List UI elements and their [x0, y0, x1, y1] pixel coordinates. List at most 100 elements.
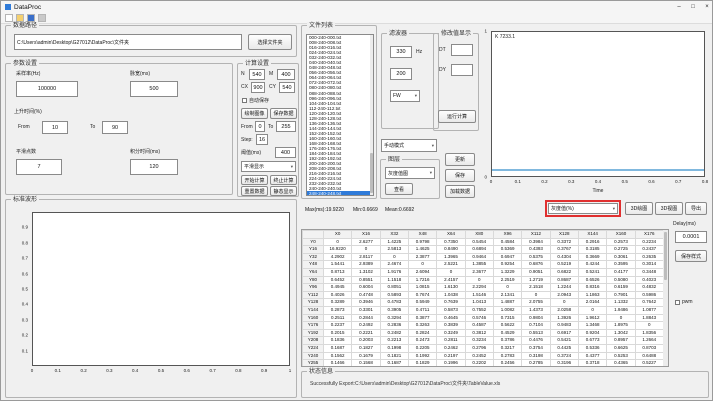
table-cell[interactable]: 0.6004 [351, 283, 381, 292]
table-cell[interactable]: 1.6130 [436, 283, 466, 292]
table-cell[interactable]: 0.2811 [436, 336, 466, 345]
table-cell[interactable]: 2.6277 [351, 237, 381, 247]
table-cell[interactable]: 2.4157 [436, 275, 466, 285]
plot-3d-button[interactable]: 3D绘图 [625, 202, 653, 215]
table-cell[interactable]: 0.3448 [634, 267, 665, 277]
table-cell[interactable]: 1.3229 [492, 267, 523, 277]
table-cell[interactable]: 0.5227 [634, 359, 665, 366]
table-cell[interactable]: 1.4625 [407, 245, 438, 254]
table-cell[interactable]: 0.3718 [577, 359, 608, 366]
table-cell[interactable]: 2.4674 [379, 260, 409, 269]
table-cell[interactable]: 0.3839 [436, 321, 466, 330]
table-cell[interactable]: 0.3984 [521, 237, 551, 247]
table-cell[interactable]: 0.2452 [464, 351, 494, 361]
mode-select[interactable]: 手动模式 [381, 139, 437, 152]
table-cell[interactable]: 1.4225 [379, 237, 409, 247]
table-cell[interactable]: 0.4425 [549, 343, 579, 353]
table-cell[interactable]: 0.4587 [464, 321, 494, 330]
table-cell[interactable]: 2.5813 [379, 245, 409, 254]
table-cell[interactable]: 0.1679 [351, 351, 381, 361]
rise-from-input[interactable]: 10 [42, 121, 68, 134]
table-cell[interactable]: 0.5513 [521, 328, 551, 338]
filter-freq2-input[interactable]: 200 [390, 68, 412, 80]
table-cell[interactable]: 0.7315 [492, 313, 523, 323]
table-cell[interactable]: 1.2664 [634, 336, 665, 345]
table-cell[interactable]: 0 [577, 305, 608, 315]
table-cell[interactable]: 0.8687 [549, 275, 579, 285]
table-cell[interactable]: 0.1466 [322, 359, 353, 366]
table-cell[interactable]: 0.6876 [521, 260, 551, 269]
table-cell[interactable]: 0.4645 [436, 313, 466, 323]
table-cell[interactable]: 0.6773 [577, 336, 608, 345]
table-cell[interactable]: 0 [464, 275, 494, 285]
table-cell[interactable]: 2.3877 [407, 252, 438, 262]
table-cell[interactable]: 0.6625 [606, 343, 636, 353]
table-cell[interactable]: 0.2437 [634, 245, 665, 254]
table-cell[interactable]: 0.4945 [322, 283, 353, 292]
stop-calc-button[interactable]: 终止计算 [270, 175, 297, 185]
table-cell[interactable]: 1.3926 [549, 313, 579, 323]
table-cell[interactable]: 0.2473 [407, 336, 438, 345]
file-listbox[interactable]: 000-240-000.txt 008-240-008.txt 016-240-01… [306, 34, 374, 196]
table-cell[interactable]: 0.3198 [521, 351, 551, 361]
table-cell[interactable]: 0 [549, 298, 579, 307]
table-cell[interactable]: 0.3767 [549, 245, 579, 254]
table-cell[interactable]: 0.5949 [407, 298, 438, 307]
table-cell[interactable]: 0.3786 [492, 336, 523, 345]
table-cell[interactable]: 1.1518 [379, 275, 409, 285]
table-cell[interactable]: 0.5241 [577, 267, 608, 277]
table-cell[interactable]: 1.3965 [436, 252, 466, 262]
table-cell[interactable]: 1.9612 [577, 313, 608, 323]
table-cell[interactable]: 0.7639 [436, 298, 466, 307]
table-cell[interactable]: 1.0082 [492, 305, 523, 315]
display-mode-select[interactable]: 平滑显示 [241, 161, 296, 172]
table-cell[interactable]: 0.3724 [549, 351, 579, 361]
table-cell[interactable]: 0.3877 [407, 313, 438, 323]
table-cell[interactable]: 1.0815 [407, 283, 438, 292]
table-cell[interactable]: 0 [521, 290, 551, 300]
table-cell[interactable]: 1.4887 [492, 298, 523, 307]
table-cell[interactable]: 0.7552 [464, 305, 494, 315]
table-cell[interactable]: 0.2916 [577, 237, 608, 247]
table-cell[interactable]: 0 [492, 283, 523, 292]
table-cell[interactable]: 0.8490 [436, 245, 466, 254]
table-cell[interactable]: 0.2796 [464, 343, 494, 353]
table-cell[interactable]: 0.2511 [322, 313, 353, 323]
table-cell[interactable]: 0.5421 [549, 336, 579, 345]
table-cell[interactable]: 0.8703 [634, 343, 665, 353]
waveform-plot[interactable] [32, 212, 290, 366]
static-display-button[interactable]: 静态显示 [270, 186, 297, 196]
table-cell[interactable]: 0.4783 [379, 298, 409, 307]
table-cell[interactable]: 0.9204 [577, 328, 608, 338]
save-data-button[interactable]: 保存数据 [270, 108, 297, 119]
data-path-input[interactable]: C:\Users\admin\Desktop\G27012\DataProc\文… [14, 34, 242, 50]
save-style-button[interactable]: 保存样式 [675, 250, 707, 262]
table-cell[interactable]: 2.2294 [464, 283, 494, 292]
table-cell[interactable]: 0.9483 [549, 321, 579, 330]
table-cell[interactable]: 0.1562 [322, 351, 353, 361]
table-cell[interactable]: 0.6452 [322, 275, 353, 285]
dy-input[interactable] [451, 64, 473, 76]
table-cell[interactable]: 1.8975 [606, 321, 636, 330]
delay-input[interactable]: 0.0001 [675, 231, 707, 243]
view-button[interactable]: 查看 [385, 183, 413, 195]
table-cell[interactable]: 0.2492 [351, 321, 381, 330]
table-cell[interactable]: 0.2844 [351, 313, 381, 323]
range-from-input[interactable]: 0 [255, 121, 265, 132]
table-cell[interactable]: 2.3677 [464, 267, 494, 277]
table-cell[interactable]: 0.4177 [606, 267, 636, 277]
table-cell[interactable]: 0.9804 [521, 313, 551, 323]
table-cell[interactable]: 0.3014 [634, 260, 665, 269]
table-cell[interactable]: 0.8713 [322, 267, 353, 277]
file-list-scrollbar[interactable] [370, 35, 373, 195]
table-cell[interactable]: 1.1332 [606, 298, 636, 307]
table-cell[interactable]: 0.5375 [521, 252, 551, 262]
calc-cy-input[interactable]: 540 [279, 82, 295, 93]
table-cell[interactable]: 0.3217 [492, 343, 523, 353]
file-list-scroll-thumb[interactable] [370, 153, 373, 193]
table-cell[interactable]: 1.3468 [577, 321, 608, 330]
table-cell[interactable]: 0.3595 [606, 260, 636, 269]
draw-image-button[interactable]: 绘制图像 [241, 108, 268, 119]
table-cell[interactable]: 2.2519 [492, 275, 523, 285]
table-cell[interactable]: 1.5146 [464, 290, 494, 300]
